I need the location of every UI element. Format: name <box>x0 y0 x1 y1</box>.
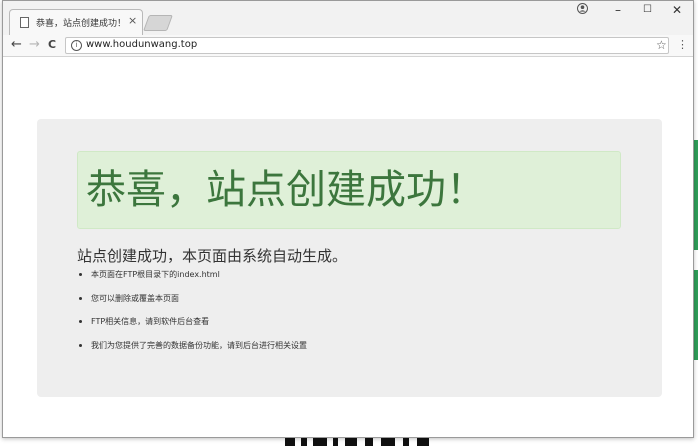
list-item-text: 本页面在FTP根目录下的index.html <box>91 270 220 279</box>
maximize-button[interactable]: ☐ <box>643 3 652 17</box>
browser-window: 恭喜，站点创建成功！ × – ☐ ✕ ← → C i www.houdunwan… <box>2 0 694 438</box>
bookmark-star-icon[interactable]: ☆ <box>656 38 667 52</box>
new-tab-button[interactable] <box>143 15 173 31</box>
close-window-button[interactable]: ✕ <box>672 3 682 17</box>
tab-title: 恭喜，站点创建成功！ <box>36 19 127 29</box>
forward-icon[interactable]: → <box>29 37 40 53</box>
content-panel: 恭喜，站点创建成功！ 站点创建成功，本页面由系统自动生成。 本页面在FTP根目录… <box>37 119 662 397</box>
info-list: 本页面在FTP根目录下的index.html 您可以删除或覆盖本页面 FTP相关… <box>77 269 307 363</box>
page-viewport: 恭喜，站点创建成功！ 站点创建成功，本页面由系统自动生成。 本页面在FTP根目录… <box>3 57 693 437</box>
profile-icon[interactable] <box>577 3 588 17</box>
bullet <box>79 343 82 347</box>
page-icon <box>20 17 29 28</box>
bullet <box>79 273 82 276</box>
list-item: 我们为您提供了完善的数据备份功能，请到后台进行相关设置 <box>77 340 307 364</box>
success-alert: 恭喜，站点创建成功！ <box>77 151 621 229</box>
list-item: 本页面在FTP根目录下的index.html <box>77 269 307 293</box>
browser-toolbar: ← → C i www.houdunwang.top ☆ ⋮ <box>3 35 693 57</box>
minimize-button[interactable]: – <box>615 3 621 17</box>
list-item-text: 我们为您提供了完善的数据备份功能，请到后台进行相关设置 <box>91 340 307 350</box>
url-text[interactable]: www.houdunwang.top <box>86 39 197 50</box>
page-subtitle: 站点创建成功，本页面由系统自动生成。 <box>77 247 348 265</box>
list-item: FTP相关信息，请到软件后台查看 <box>77 316 307 340</box>
page-heading: 恭喜，站点创建成功！ <box>86 167 486 213</box>
tab-active[interactable]: 恭喜，站点创建成功！ × <box>9 9 143 35</box>
bullet <box>79 320 82 323</box>
tab-close-icon[interactable]: × <box>128 15 137 27</box>
reload-icon[interactable]: C <box>48 37 56 53</box>
back-icon[interactable]: ← <box>11 37 22 53</box>
info-icon[interactable]: i <box>71 40 82 51</box>
address-bar[interactable]: i www.houdunwang.top ☆ <box>65 37 669 54</box>
browser-menu-icon[interactable]: ⋮ <box>677 38 688 51</box>
list-item-text: FTP相关信息，请到软件后台查看 <box>91 317 210 326</box>
list-item: 您可以删除或覆盖本页面 <box>77 293 307 317</box>
tab-strip: 恭喜，站点创建成功！ × – ☐ ✕ <box>3 1 693 35</box>
list-item-text: 您可以删除或覆盖本页面 <box>91 293 179 303</box>
bullet <box>79 296 82 300</box>
